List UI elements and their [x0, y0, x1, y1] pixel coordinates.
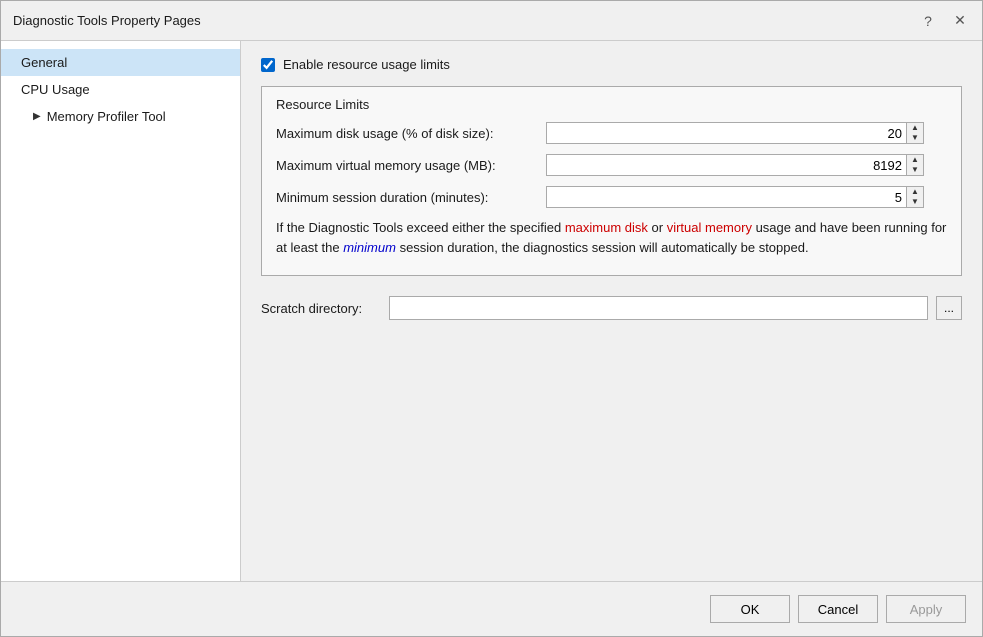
resource-limits-group: Resource Limits Maximum disk usage (% of…	[261, 86, 962, 276]
sidebar: General CPU Usage ▶ Memory Profiler Tool	[1, 41, 241, 581]
ok-button[interactable]: OK	[710, 595, 790, 623]
disk-usage-up[interactable]: ▲	[907, 123, 923, 133]
info-highlight-disk: maximum disk	[565, 220, 648, 235]
enable-checkbox-label[interactable]: Enable resource usage limits	[283, 57, 450, 72]
virtual-memory-input[interactable]	[546, 154, 906, 176]
sidebar-item-general[interactable]: General	[1, 49, 240, 76]
info-text: If the Diagnostic Tools exceed either th…	[276, 218, 947, 257]
virtual-memory-down[interactable]: ▼	[907, 165, 923, 175]
enable-checkbox-row: Enable resource usage limits	[261, 57, 962, 72]
session-duration-label: Minimum session duration (minutes):	[276, 190, 546, 205]
help-button[interactable]: ?	[914, 9, 942, 33]
session-duration-down[interactable]: ▼	[907, 197, 923, 207]
info-highlight-minimum: minimum	[343, 240, 396, 255]
sidebar-item-memory-profiler[interactable]: ▶ Memory Profiler Tool	[1, 103, 240, 130]
info-part2: or	[648, 220, 667, 235]
close-button[interactable]: ✕	[946, 9, 974, 33]
disk-usage-down[interactable]: ▼	[907, 133, 923, 143]
scratch-input[interactable]	[389, 296, 928, 320]
main-content: General CPU Usage ▶ Memory Profiler Tool…	[1, 41, 982, 581]
right-panel: Enable resource usage limits Resource Li…	[241, 41, 982, 581]
virtual-memory-spinbtns: ▲ ▼	[906, 154, 924, 176]
cancel-button[interactable]: Cancel	[798, 595, 878, 623]
group-title: Resource Limits	[276, 97, 947, 112]
session-duration-spinbtns: ▲ ▼	[906, 186, 924, 208]
info-highlight-virtual: virtual memory	[667, 220, 752, 235]
session-duration-row: Minimum session duration (minutes): ▲ ▼	[276, 186, 947, 208]
title-bar-controls: ? ✕	[914, 9, 974, 33]
sidebar-item-cpu-usage[interactable]: CPU Usage	[1, 76, 240, 103]
session-duration-input[interactable]	[546, 186, 906, 208]
expand-icon: ▶	[33, 111, 41, 122]
enable-checkbox[interactable]	[261, 58, 275, 72]
footer: OK Cancel Apply	[1, 581, 982, 636]
virtual-memory-spin: ▲ ▼	[546, 154, 924, 176]
title-bar: Diagnostic Tools Property Pages ? ✕	[1, 1, 982, 41]
sidebar-item-cpu-usage-label: CPU Usage	[21, 82, 90, 97]
scratch-label: Scratch directory:	[261, 301, 381, 316]
disk-usage-spin: ▲ ▼	[546, 122, 924, 144]
session-duration-up[interactable]: ▲	[907, 187, 923, 197]
virtual-memory-label: Maximum virtual memory usage (MB):	[276, 158, 546, 173]
apply-button[interactable]: Apply	[886, 595, 966, 623]
dialog-title: Diagnostic Tools Property Pages	[13, 13, 201, 28]
info-part4: session duration, the diagnostics sessio…	[396, 240, 809, 255]
disk-usage-row: Maximum disk usage (% of disk size): ▲ ▼	[276, 122, 947, 144]
session-duration-spin: ▲ ▼	[546, 186, 924, 208]
disk-usage-label: Maximum disk usage (% of disk size):	[276, 126, 546, 141]
disk-usage-input[interactable]	[546, 122, 906, 144]
dialog: Diagnostic Tools Property Pages ? ✕ Gene…	[0, 0, 983, 637]
info-part1: If the Diagnostic Tools exceed either th…	[276, 220, 565, 235]
scratch-directory-row: Scratch directory: ...	[261, 296, 962, 320]
sidebar-item-general-label: General	[21, 55, 67, 70]
sidebar-item-memory-profiler-label: Memory Profiler Tool	[47, 109, 166, 124]
disk-usage-spinbtns: ▲ ▼	[906, 122, 924, 144]
browse-button[interactable]: ...	[936, 296, 962, 320]
virtual-memory-up[interactable]: ▲	[907, 155, 923, 165]
virtual-memory-row: Maximum virtual memory usage (MB): ▲ ▼	[276, 154, 947, 176]
